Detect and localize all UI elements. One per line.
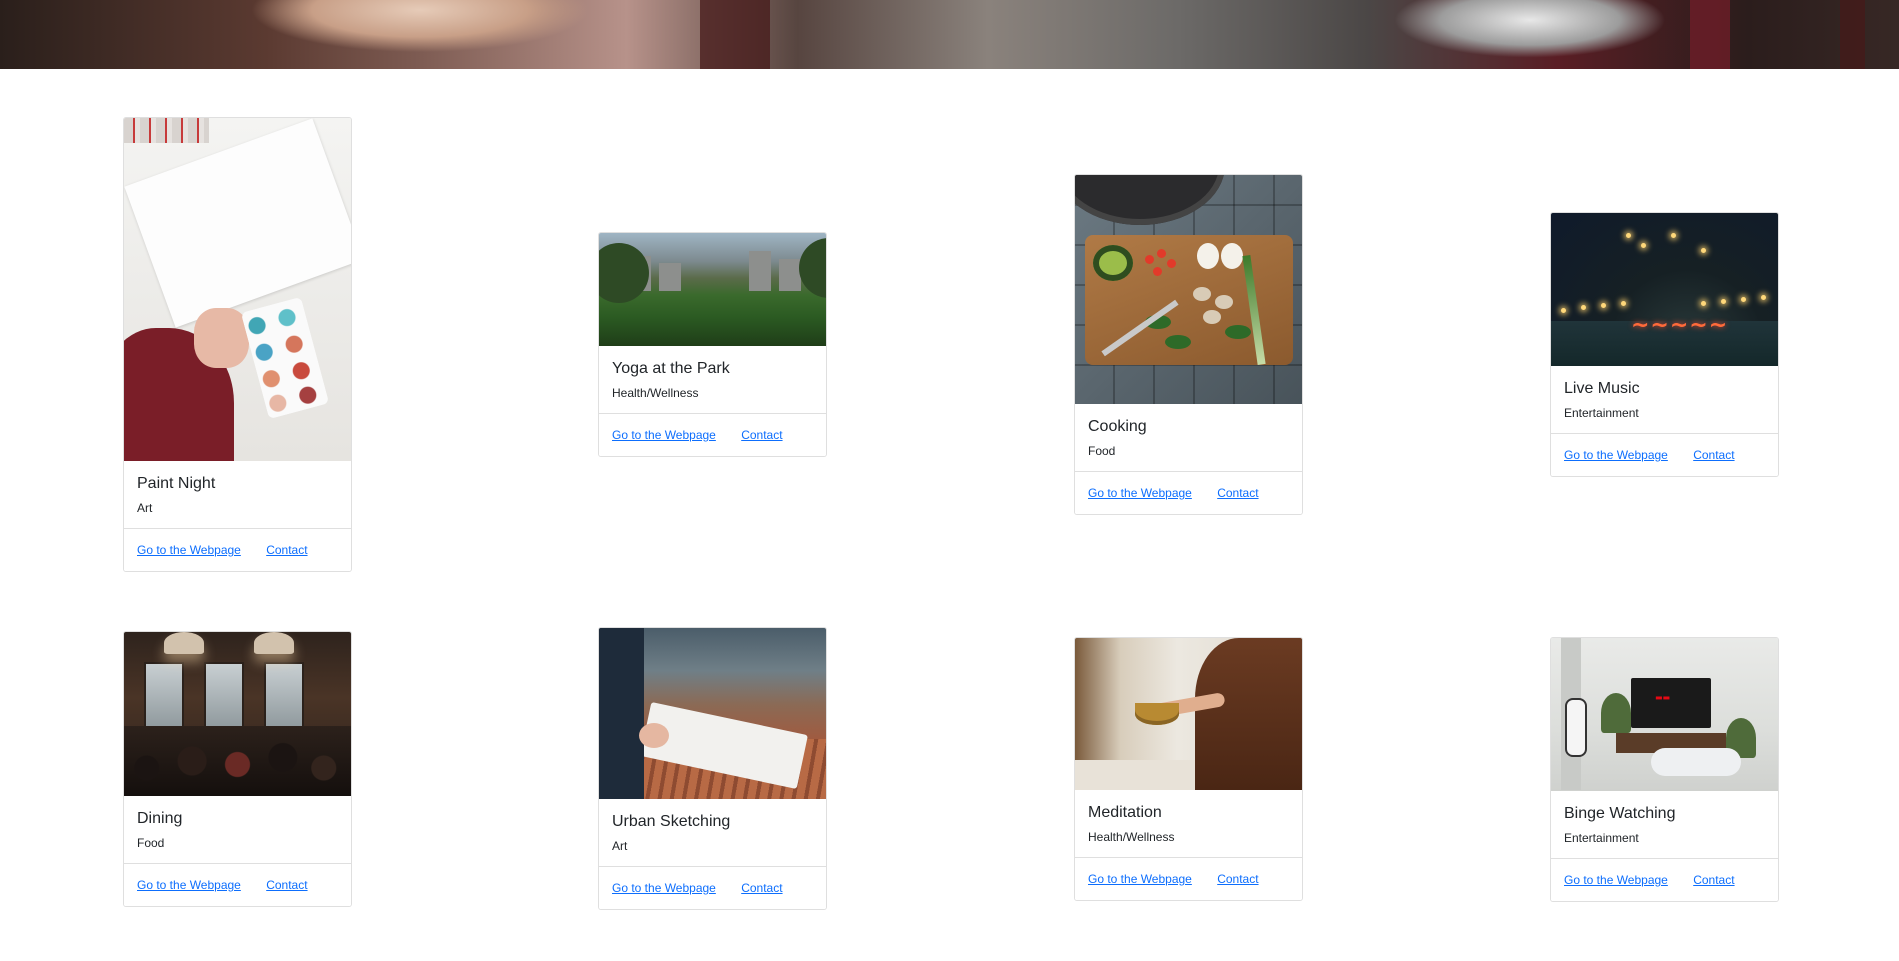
contact-link[interactable]: Contact: [1217, 486, 1258, 500]
yoga-park-image: [599, 233, 826, 346]
card-title: Live Music: [1564, 380, 1640, 397]
card-category: Art: [612, 839, 628, 853]
card-urban-sketching: Urban Sketching Art Go to the Webpage Co…: [598, 627, 827, 910]
go-to-webpage-link[interactable]: Go to the Webpage: [612, 428, 716, 442]
card-category: Entertainment: [1564, 406, 1639, 420]
card-title: Paint Night: [137, 475, 216, 492]
go-to-webpage-link[interactable]: Go to the Webpage: [1564, 448, 1668, 462]
card-category: Entertainment: [1564, 831, 1639, 845]
card-category: Health/Wellness: [1088, 830, 1175, 844]
tv-logo: ▬▬: [1655, 693, 1671, 702]
card-meditation: Meditation Health/Wellness Go to the Web…: [1074, 637, 1303, 901]
contact-link[interactable]: Contact: [266, 543, 307, 557]
card-cooking: Cooking Food Go to the Webpage Contact: [1074, 174, 1303, 515]
card-binge-watching: ▬▬ Binge Watching Entertainment Go to th…: [1550, 637, 1779, 902]
neon-sign: ~~~~~: [1631, 313, 1729, 338]
go-to-webpage-link[interactable]: Go to the Webpage: [1564, 873, 1668, 887]
card-title: Binge Watching: [1564, 805, 1676, 822]
contact-link[interactable]: Contact: [266, 878, 307, 892]
contact-link[interactable]: Contact: [741, 881, 782, 895]
card-title: Cooking: [1088, 418, 1147, 435]
card-paint-night: Paint Night Art Go to the Webpage Contac…: [123, 117, 352, 572]
card-title: Yoga at the Park: [612, 360, 730, 377]
live-music-image: ~~~~~: [1551, 213, 1778, 366]
cooking-image: [1075, 175, 1302, 404]
go-to-webpage-link[interactable]: Go to the Webpage: [612, 881, 716, 895]
go-to-webpage-link[interactable]: Go to the Webpage: [137, 543, 241, 557]
card-live-music: ~~~~~ Live Music Entertainment Go to the…: [1550, 212, 1779, 477]
card-title: Meditation: [1088, 804, 1162, 821]
urban-sketching-image: [599, 628, 826, 799]
paint-night-image: [124, 118, 351, 461]
card-dining: Dining Food Go to the Webpage Contact: [123, 631, 352, 907]
contact-link[interactable]: Contact: [1693, 873, 1734, 887]
contact-link[interactable]: Contact: [1217, 872, 1258, 886]
go-to-webpage-link[interactable]: Go to the Webpage: [1088, 486, 1192, 500]
go-to-webpage-link[interactable]: Go to the Webpage: [137, 878, 241, 892]
contact-link[interactable]: Contact: [741, 428, 782, 442]
card-category: Health/Wellness: [612, 386, 699, 400]
card-category: Food: [1088, 444, 1116, 458]
card-title: Dining: [137, 810, 183, 827]
card-category: Art: [137, 501, 153, 515]
card-title: Urban Sketching: [612, 813, 731, 830]
contact-link[interactable]: Contact: [1693, 448, 1734, 462]
hero-banner-image: [0, 0, 1899, 69]
binge-watching-image: ▬▬: [1551, 638, 1778, 791]
go-to-webpage-link[interactable]: Go to the Webpage: [1088, 872, 1192, 886]
card-category: Food: [137, 836, 165, 850]
meditation-image: [1075, 638, 1302, 790]
dining-image: [124, 632, 351, 796]
card-yoga-at-the-park: Yoga at the Park Health/Wellness Go to t…: [598, 232, 827, 457]
